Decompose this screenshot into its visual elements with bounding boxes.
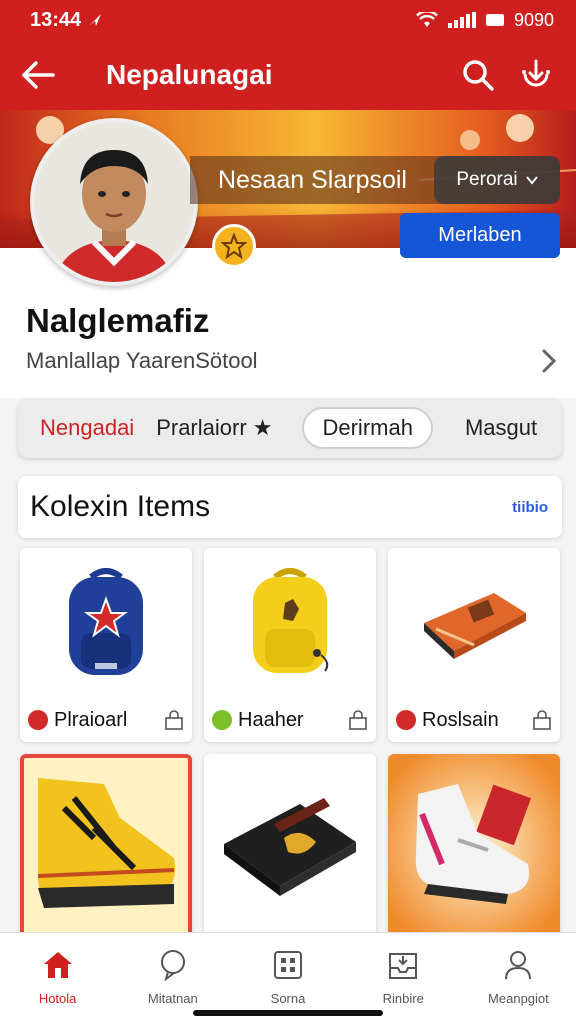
sneaker-white-icon — [388, 754, 560, 939]
collection-header: Kolexin Items tiibio — [18, 476, 562, 538]
backpack-blue-icon — [69, 568, 143, 675]
screen: 13:44 9090 Nepalunagai Nesaan Slarpsoil … — [0, 0, 576, 1024]
status-bar: 13:44 9090 — [0, 0, 576, 40]
share-icon — [522, 59, 550, 87]
home-icon — [43, 952, 72, 978]
collection-item[interactable]: Plraioarl — [20, 548, 192, 742]
battery-text: 9090 — [513, 9, 554, 30]
nav-item-profile[interactable]: Meanpgiot — [461, 933, 576, 1024]
display-name-bar: Nesaan Slarpsoil Perorai — [190, 156, 560, 204]
search-button[interactable] — [458, 55, 498, 95]
nav-label: Sorna — [270, 991, 306, 1006]
collection-item[interactable]: Haaher — [204, 548, 376, 742]
item-chip — [28, 710, 48, 730]
nav-item-home[interactable]: Hotola — [0, 933, 115, 1024]
nav-label: Rinbire — [382, 991, 424, 1006]
tab-bar: Nengadai Prarlaiorr ★ Derirmah Masgut — [18, 398, 562, 458]
follow-button[interactable]: Merlaben — [400, 213, 560, 258]
item-label: Haaher — [238, 708, 304, 731]
signal-icon — [447, 12, 476, 28]
page-title: Nepalunagai — [106, 59, 273, 90]
nav-label: Mitatnan — [147, 991, 198, 1006]
achievement-badge — [212, 224, 256, 268]
inbox-icon — [389, 953, 418, 979]
chevron-right-icon[interactable] — [536, 346, 562, 376]
tab-nengadai[interactable]: Nengadai — [40, 415, 134, 441]
collection-item[interactable] — [204, 754, 376, 939]
app-bar: Nepalunagai — [0, 40, 576, 110]
lock-icon[interactable] — [532, 709, 552, 731]
location-arrow-icon — [89, 14, 102, 26]
collection-item[interactable] — [388, 754, 560, 939]
item-label: Roslsain — [422, 708, 499, 731]
back-button[interactable] — [20, 55, 60, 95]
item-chip — [396, 710, 416, 730]
item-label: Plraioarl — [54, 708, 128, 731]
collection-item[interactable] — [20, 754, 192, 939]
profile-pill-label: Perorai — [456, 169, 518, 190]
person-portrait-icon — [34, 122, 194, 282]
backpack-yellow-icon — [253, 568, 329, 673]
username: Nalglemafiz — [26, 302, 210, 339]
boot-yellow-icon — [24, 758, 188, 934]
lock-icon[interactable] — [164, 709, 184, 731]
collection-see-all-link[interactable]: tiibio — [512, 499, 548, 516]
search-icon — [463, 60, 494, 91]
wallet-orange-icon — [424, 593, 526, 659]
status-time: 13:44 — [30, 8, 82, 31]
back-arrow-icon — [22, 61, 55, 89]
wallet-black-icon — [204, 754, 376, 939]
chevron-down-icon — [525, 176, 538, 185]
lock-icon[interactable] — [348, 709, 368, 731]
home-indicator — [193, 1010, 383, 1016]
nav-label: Hotola — [38, 991, 77, 1006]
item-chip — [212, 710, 232, 730]
tab-prarlaiorr[interactable]: Prarlaiorr ★ — [156, 415, 272, 441]
wifi-icon — [416, 12, 438, 27]
grid-icon — [274, 951, 302, 979]
user-subtitle: Manlallap YaarenSötool — [26, 348, 258, 373]
nav-label: Meanpgiot — [488, 991, 549, 1006]
tab-derirmah[interactable]: Derirmah — [302, 407, 433, 449]
avatar[interactable] — [30, 118, 198, 286]
tab-masgut[interactable]: Masgut — [465, 415, 537, 441]
chat-icon — [160, 950, 185, 981]
display-name: Nesaan Slarpsoil — [218, 165, 407, 194]
share-button[interactable] — [516, 55, 556, 95]
battery-icon — [485, 14, 504, 26]
collection-item[interactable]: Roslsain — [388, 548, 560, 742]
person-icon — [505, 951, 532, 980]
star-emblem-icon — [221, 233, 247, 259]
profile-menu-pill[interactable]: Perorai — [434, 156, 560, 204]
collection-title: Kolexin Items — [30, 490, 211, 523]
